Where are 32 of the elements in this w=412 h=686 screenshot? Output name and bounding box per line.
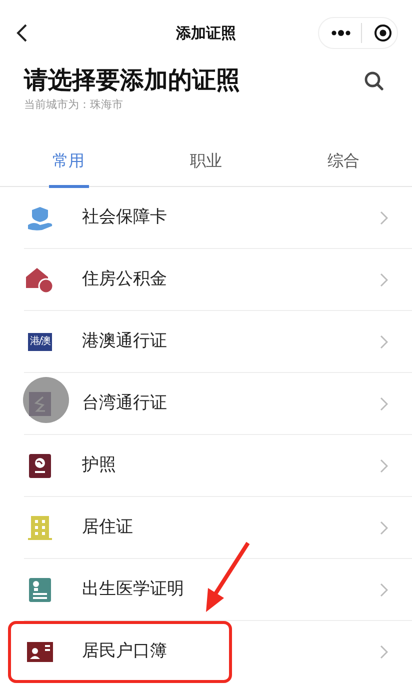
chevron-icon <box>380 583 388 598</box>
tab[interactable]: 综合 <box>274 135 412 188</box>
chevron-icon <box>380 211 388 226</box>
item-label: 居住证 <box>82 516 134 540</box>
building-icon <box>27 514 53 541</box>
item-label: 护照 <box>82 454 117 478</box>
person-hand-icon <box>26 204 54 231</box>
passport-icon <box>28 452 52 479</box>
item-label: 社会保障卡 <box>82 206 168 230</box>
chevron-icon <box>380 397 388 412</box>
item-label: 居民户口簿 <box>82 640 168 664</box>
back-icon[interactable] <box>16 24 28 42</box>
page-title: 添加证照 <box>176 22 236 44</box>
tab[interactable]: 常用 <box>0 135 138 188</box>
id-card-icon <box>26 640 54 663</box>
item-label: 港澳通行证 <box>82 330 168 354</box>
item-label: 出生医学证明 <box>82 578 185 602</box>
chevron-icon <box>380 521 388 536</box>
certificate-icon <box>28 576 52 603</box>
pass-icon: 港/澳 <box>28 332 52 351</box>
item-label: 住房公积金 <box>82 268 168 292</box>
more-icon[interactable] <box>331 30 351 36</box>
chevron-icon <box>380 459 388 474</box>
search-icon[interactable] <box>364 71 384 91</box>
heading: 请选择要添加的证照 <box>24 66 240 95</box>
tab[interactable]: 职业 <box>137 135 275 188</box>
chevron-icon <box>380 335 388 350</box>
house-icon <box>25 266 55 294</box>
city-text: 当前城市为：珠海市 <box>24 96 124 113</box>
item-label: 台湾通行证 <box>82 392 168 416</box>
chevron-icon <box>380 273 388 288</box>
chevron-icon <box>380 645 388 660</box>
